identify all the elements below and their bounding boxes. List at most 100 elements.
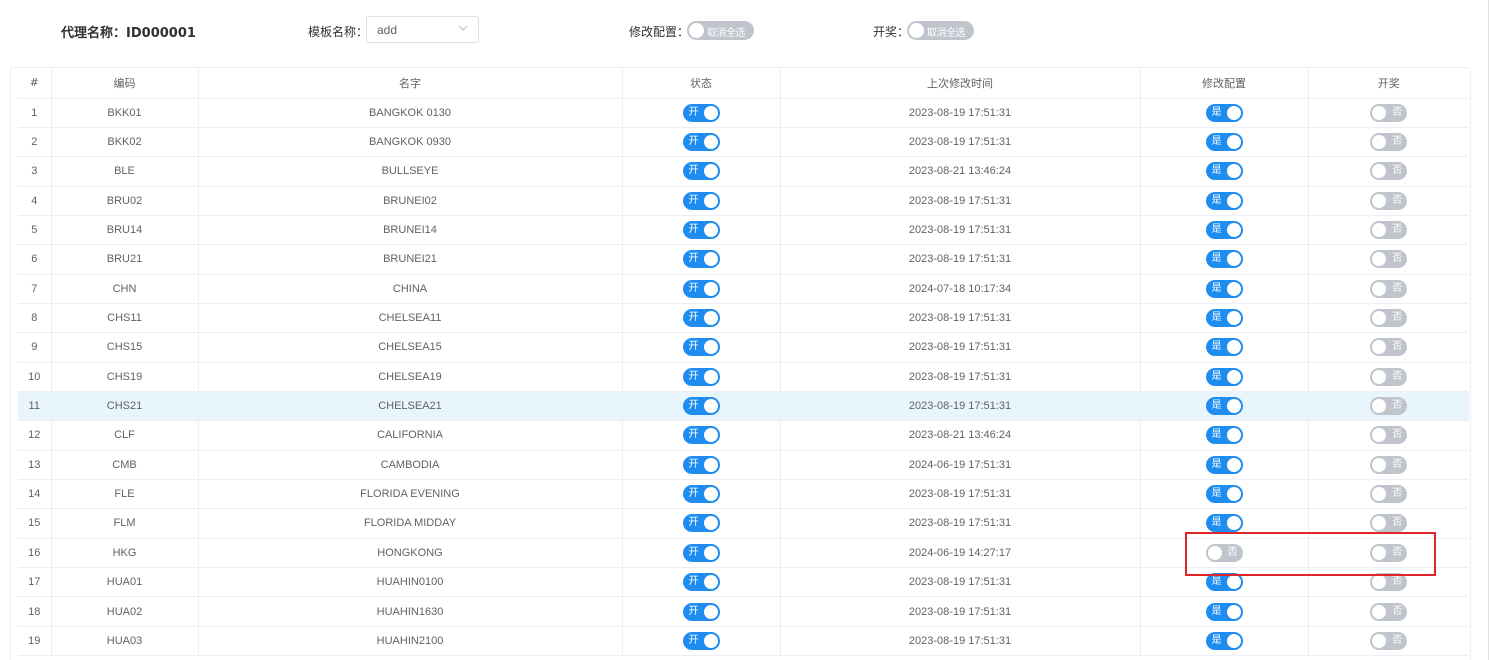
modify-config-switch[interactable]: 是 [1205, 338, 1243, 357]
status-switch[interactable]: 开 [682, 133, 720, 152]
cell-status: 开 [622, 274, 781, 304]
cell-modify-config: 是 [1140, 391, 1309, 422]
status-switch[interactable]: 开 [682, 485, 720, 504]
status-switch[interactable]: 开 [682, 514, 720, 533]
table-row: 11 CHS21 CHELSEA21 开 2023-08-19 17:51:31 是 否 [18, 391, 1469, 422]
modify-config-switch[interactable]: 是 [1205, 162, 1243, 181]
modify-config-switch[interactable]: 是 [1205, 455, 1243, 474]
lottery-switch[interactable]: 否 [1370, 602, 1408, 621]
switch-knob [1372, 516, 1387, 531]
lottery-switch[interactable]: 否 [1370, 573, 1408, 592]
switch-knob [1372, 633, 1387, 648]
status-switch-text: 开 [688, 400, 699, 412]
lottery-switch[interactable]: 否 [1370, 455, 1408, 474]
cell-code: CHS11 [51, 303, 199, 334]
lottery-switch[interactable]: 否 [1370, 133, 1408, 152]
status-switch-text: 开 [688, 136, 699, 148]
lottery-switch[interactable]: 否 [1370, 191, 1408, 210]
switch-knob [1226, 487, 1241, 502]
lottery-switch[interactable]: 否 [1370, 367, 1408, 386]
lottery-switch[interactable]: 否 [1370, 162, 1408, 181]
cell-modify-config: 是 [1140, 215, 1309, 246]
status-switch[interactable]: 开 [682, 191, 720, 210]
modify-config-switch[interactable]: 是 [1205, 602, 1243, 621]
status-switch[interactable]: 开 [682, 250, 720, 269]
agent-name-label: 代理名称： [61, 26, 127, 41]
status-switch[interactable]: 开 [682, 103, 720, 122]
status-switch-text: 开 [688, 165, 699, 177]
status-switch[interactable]: 开 [682, 543, 720, 562]
modify-config-switch[interactable]: 是 [1205, 397, 1243, 416]
table-row: 16 HKG HONGKONG 开 2024-06-19 14:27:17 否 否 [18, 538, 1469, 569]
modify-config-switch[interactable]: 是 [1205, 631, 1243, 650]
modify-config-switch[interactable]: 是 [1205, 279, 1243, 298]
cell-lottery: 否 [1308, 127, 1469, 158]
status-switch[interactable]: 开 [682, 455, 720, 474]
modify-config-switch-text: 是 [1211, 341, 1222, 353]
modify-config-switch[interactable]: 是 [1205, 367, 1243, 386]
lottery-switch[interactable]: 否 [1370, 426, 1408, 445]
cell-modify-config: 是 [1140, 567, 1309, 598]
modify-config-switch-text: 是 [1211, 458, 1222, 470]
cell-name: BULLSEYE [198, 156, 623, 187]
switch-knob [1372, 105, 1387, 120]
cell-index: 19 [18, 626, 52, 657]
cell-last-modified: 2024-06-19 17:51:31 [780, 450, 1141, 480]
status-switch[interactable]: 开 [682, 426, 720, 445]
lottery-switch[interactable]: 否 [1370, 514, 1408, 533]
status-switch[interactable]: 开 [682, 631, 720, 650]
modify-config-switch[interactable]: 是 [1205, 573, 1243, 592]
lottery-switch[interactable]: 否 [1370, 338, 1408, 357]
lottery-switch[interactable]: 否 [1370, 543, 1408, 562]
lottery-switch[interactable]: 否 [1370, 221, 1408, 240]
status-switch[interactable]: 开 [682, 221, 720, 240]
lottery-switch[interactable]: 否 [1370, 309, 1408, 328]
cell-index: 8 [18, 303, 52, 334]
modify-config-switch[interactable]: 是 [1205, 133, 1243, 152]
lottery-switch-text: 否 [1392, 546, 1403, 558]
status-switch[interactable]: 开 [682, 573, 720, 592]
status-switch[interactable]: 开 [682, 397, 720, 416]
modify-config-switch[interactable]: 是 [1205, 485, 1243, 504]
status-switch[interactable]: 开 [682, 162, 720, 181]
status-switch[interactable]: 开 [682, 309, 720, 328]
switch-knob [1372, 164, 1387, 179]
status-switch[interactable]: 开 [682, 338, 720, 357]
cell-name: CHELSEA15 [198, 332, 623, 363]
lottery-select-all-switch[interactable]: 取消全选 [907, 21, 974, 40]
status-switch[interactable]: 开 [682, 367, 720, 386]
cell-index: 15 [18, 508, 52, 539]
cell-status: 开 [622, 362, 781, 392]
cell-lottery: 否 [1308, 538, 1469, 569]
lottery-switch[interactable]: 否 [1370, 250, 1408, 269]
cell-code: FLM [51, 508, 199, 539]
modify-config-switch[interactable]: 是 [1205, 514, 1243, 533]
lottery-switch[interactable]: 否 [1370, 397, 1408, 416]
cell-last-modified: 2023-08-19 17:51:31 [780, 391, 1141, 422]
template-select[interactable]: add [366, 16, 479, 43]
modify-config-switch[interactable]: 是 [1205, 426, 1243, 445]
modify-config-switch[interactable]: 是 [1205, 221, 1243, 240]
cell-name: BRUNEI02 [198, 186, 623, 216]
modify-config-switch-text: 是 [1211, 576, 1222, 588]
status-switch[interactable]: 开 [682, 279, 720, 298]
status-switch[interactable]: 开 [682, 602, 720, 621]
modify-config-switch[interactable]: 是 [1205, 309, 1243, 328]
table-row: 6 BRU21 BRUNEI21 开 2023-08-19 17:51:31 是 否 [18, 244, 1469, 275]
modify-config-switch[interactable]: 是 [1205, 250, 1243, 269]
filter-bar: 代理名称：ID000001 模板名称： add 修改配置： 取消全选 开奖： 取… [0, 0, 1491, 60]
modify-config-switch[interactable]: 是 [1205, 103, 1243, 122]
switch-knob [703, 369, 718, 384]
window-edge-divider [1488, 0, 1489, 660]
lottery-switch[interactable]: 否 [1370, 631, 1408, 650]
lottery-switch[interactable]: 否 [1370, 279, 1408, 298]
modify-config-switch[interactable]: 是 [1205, 191, 1243, 210]
cell-status: 开 [622, 391, 781, 422]
modify-config-switch[interactable]: 否 [1205, 543, 1243, 562]
lottery-switch[interactable]: 否 [1370, 103, 1408, 122]
switch-knob [1226, 516, 1241, 531]
lottery-switch[interactable]: 否 [1370, 485, 1408, 504]
modify-config-select-all-switch[interactable]: 取消全选 [687, 21, 754, 40]
table-row: 7 CHN CHINA 开 2024-07-18 10:17:34 是 否 [18, 274, 1469, 304]
switch-knob [1372, 340, 1387, 355]
